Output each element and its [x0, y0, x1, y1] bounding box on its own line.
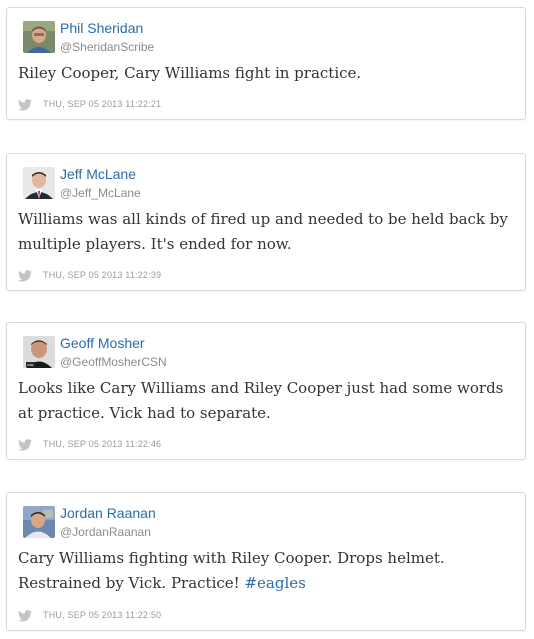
twitter-bird-icon — [18, 609, 32, 622]
svg-text:CSN: CSN — [27, 363, 33, 367]
twitter-bird-icon — [18, 98, 32, 111]
avatar[interactable] — [23, 506, 55, 538]
author-handle[interactable]: @Jeff_McLane — [60, 186, 141, 200]
author-name[interactable]: Phil Sheridan — [60, 20, 143, 36]
twitter-bird-icon — [18, 438, 32, 451]
avatar[interactable]: CSN — [23, 336, 55, 368]
timestamp[interactable]: THU, SEP 05 2013 11:22:39 — [43, 269, 161, 281]
tweet-text-body: Cary Williams fighting with Riley Cooper… — [18, 549, 445, 592]
tweet-text: Cary Williams fighting with Riley Cooper… — [18, 546, 514, 596]
author-handle[interactable]: @JordanRaanan — [60, 525, 151, 539]
timestamp[interactable]: THU, SEP 05 2013 11:22:21 — [43, 98, 161, 110]
twitter-bird-icon — [18, 269, 32, 282]
author-handle[interactable]: @SheridanScribe — [60, 40, 154, 54]
tweet-card: CSN Geoff Mosher @GeoffMosherCSN Looks l… — [6, 322, 526, 460]
tweet-card: Jordan Raanan @JordanRaanan Cary William… — [6, 492, 526, 631]
tweet-text: Looks like Cary Williams and Riley Coope… — [18, 379, 504, 422]
timestamp[interactable]: THU, SEP 05 2013 11:22:46 — [43, 438, 161, 450]
tweet-card: Jeff McLane @Jeff_McLane Williams was al… — [6, 153, 526, 291]
avatar[interactable] — [23, 167, 55, 199]
avatar[interactable] — [23, 21, 55, 53]
tweet-text: Riley Cooper, Cary Williams fight in pra… — [18, 64, 362, 82]
author-name[interactable]: Jeff McLane — [60, 166, 136, 182]
tweet-text: Williams was all kinds of fired up and n… — [18, 210, 508, 253]
hashtag-link[interactable]: #eagles — [244, 574, 305, 592]
tweet-card: Phil Sheridan @SheridanScribe Riley Coop… — [6, 7, 526, 120]
author-handle[interactable]: @GeoffMosherCSN — [60, 355, 167, 369]
author-name[interactable]: Geoff Mosher — [60, 335, 145, 351]
author-name[interactable]: Jordan Raanan — [60, 505, 156, 521]
timestamp[interactable]: THU, SEP 05 2013 11:22:50 — [43, 609, 161, 621]
